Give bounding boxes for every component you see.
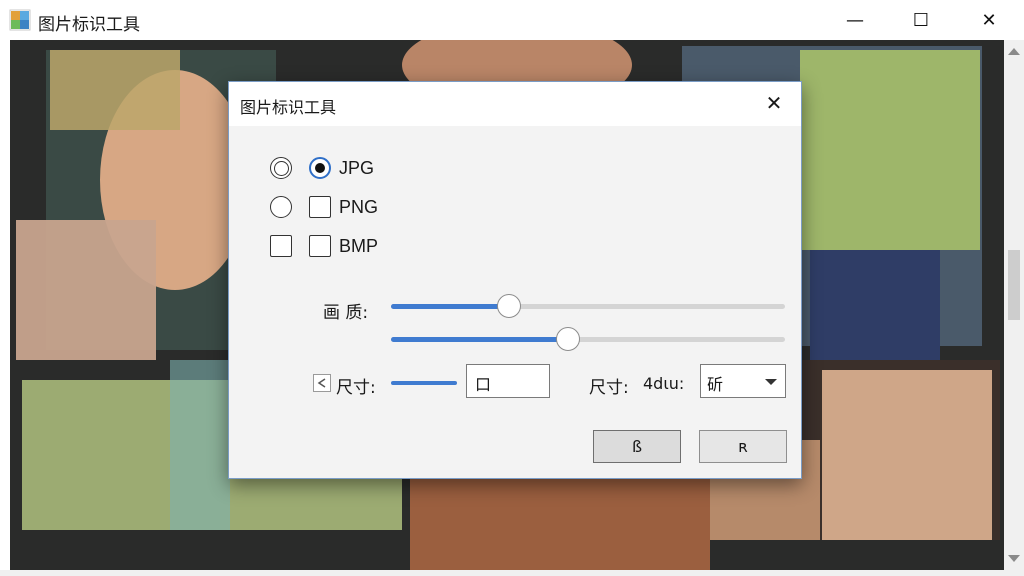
vertical-scrollbar[interactable] — [1004, 40, 1024, 570]
hand-image — [16, 220, 156, 360]
format-label-png: PNG — [339, 197, 379, 217]
unit-text: 4dιu: — [643, 374, 685, 393]
minimize-icon: — — [846, 9, 864, 31]
window-title: 图片标识工具 — [38, 15, 140, 35]
maximize-icon: ☐ — [912, 9, 930, 31]
format-checkbox-png[interactable] — [309, 196, 331, 218]
close-icon: ✕ — [981, 9, 997, 31]
quality-slider[interactable] — [391, 294, 785, 318]
face-image — [410, 470, 710, 570]
window-titlebar: 图片标识工具 — ☐ ✕ — [0, 0, 1024, 40]
format-radio-jpg[interactable] — [309, 157, 331, 179]
resize-icon[interactable] — [313, 374, 331, 392]
shirt-image — [810, 250, 940, 360]
quality-label: 画 质: — [323, 303, 369, 323]
secondary-slider[interactable] — [391, 327, 785, 351]
format-label-jpg: JPG — [339, 158, 375, 178]
scroll-thumb[interactable] — [1008, 250, 1020, 320]
ok-button-label: ß — [631, 437, 643, 456]
dialog-titlebar: 图片标识工具 ✕ — [229, 82, 801, 126]
format-radio-png-alt[interactable] — [270, 196, 292, 218]
format-label-bmp: BMP — [339, 236, 379, 256]
face-image — [800, 50, 980, 250]
close-button[interactable]: ✕ — [966, 0, 1012, 40]
cancel-button[interactable]: ʀ — [699, 430, 787, 463]
unit-select-value: 斫 — [707, 375, 724, 394]
ok-button[interactable]: ß — [593, 430, 681, 463]
format-checkbox-bmp-alt[interactable] — [270, 235, 292, 257]
dialog-close-button[interactable]: ✕ — [759, 88, 789, 118]
cancel-button-label: ʀ — [738, 437, 748, 456]
face-image — [822, 370, 992, 540]
window-bottom-border — [0, 570, 1024, 576]
format-radio-jpg-alt[interactable] — [270, 157, 292, 179]
size-bar — [391, 381, 457, 385]
scroll-down-icon[interactable] — [1008, 555, 1020, 562]
size-label-2: 尺寸: — [589, 378, 629, 398]
chevron-down-icon — [765, 379, 777, 385]
format-checkbox-bmp[interactable] — [309, 235, 331, 257]
maximize-button[interactable]: ☐ — [898, 0, 944, 40]
photo-tile — [170, 360, 230, 530]
minimize-button[interactable]: — — [832, 0, 878, 40]
secondary-slider-fill — [391, 337, 569, 342]
quality-slider-thumb[interactable] — [497, 294, 522, 318]
quality-slider-fill — [391, 304, 510, 309]
close-icon: ✕ — [765, 91, 783, 115]
settings-dialog: 图片标识工具 ✕ JPG PNG BMP 画 质: 尺寸: 口 尺寸: 4dιu… — [228, 81, 802, 479]
secondary-slider-thumb[interactable] — [556, 327, 581, 351]
unit-select[interactable]: 斫 — [700, 364, 786, 398]
scroll-up-icon[interactable] — [1008, 48, 1020, 55]
app-logo-icon — [9, 9, 31, 31]
dialog-title: 图片标识工具 — [240, 98, 337, 117]
size-label: 尺寸: — [336, 378, 376, 398]
size-input[interactable]: 口 — [466, 364, 550, 398]
photo-tile — [50, 50, 180, 130]
